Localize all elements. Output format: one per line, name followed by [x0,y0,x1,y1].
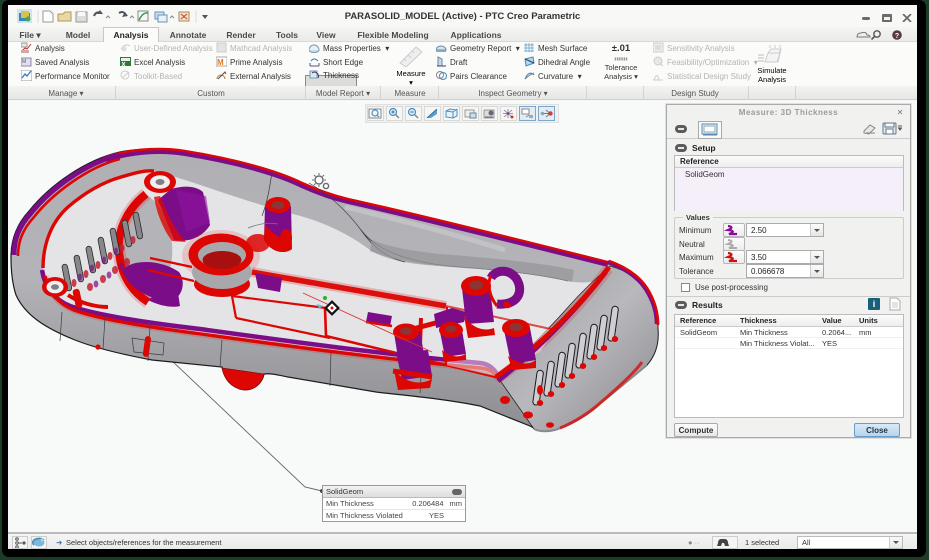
svg-text:M: M [22,59,26,65]
svg-text:?: ? [895,33,899,40]
svg-text:M: M [217,58,224,67]
